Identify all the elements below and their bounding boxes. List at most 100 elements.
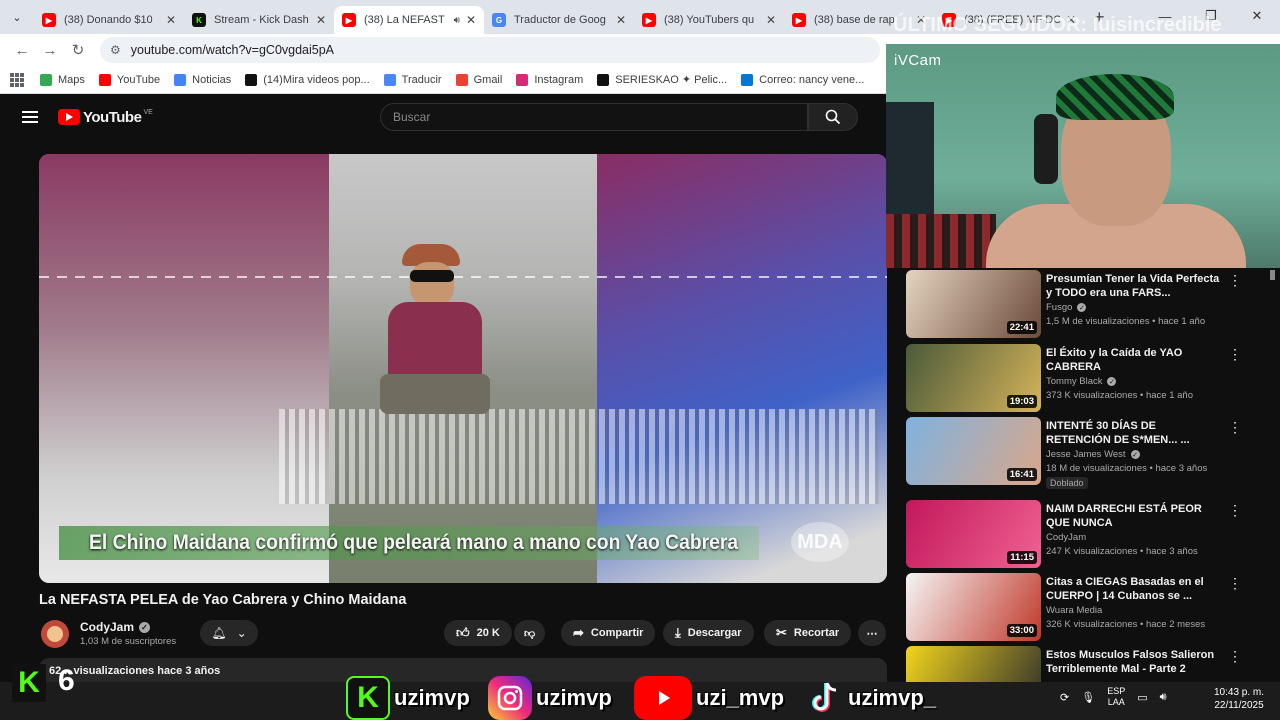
dislike-button[interactable]: 👎︎ [514,620,546,646]
browser-tab[interactable]: K Stream - Kick Dash ✕ [184,6,334,34]
scrollbar[interactable] [1268,268,1276,682]
search-input[interactable]: Buscar [380,103,808,131]
volume-icon[interactable]: 🔊︎ [1160,691,1167,704]
recommendation-item[interactable]: 19:03 El Éxito y la Caída de YAO CABRERA T… [906,344,1276,412]
share-label: Compartir [590,627,644,639]
more-options-icon[interactable]: ⋮ [1228,272,1242,289]
recommendation-title[interactable]: Citas a CIEGAS Basadas en el CUERPO | 14… [1046,575,1221,603]
social-handle: uzimvp_ [848,685,937,710]
video-thumbnail[interactable]: 19:03 [906,344,1041,412]
video-player[interactable]: El Chino Maidana confirmó que peleará ma… [39,154,887,583]
recommendation-title[interactable]: INTENTÉ 30 DÍAS DE RETENCIÓN DE S*MEN...… [1046,419,1221,447]
bookmark-favicon-icon [597,73,610,86]
kick-counter: 6 [58,664,75,697]
video-thumbnail[interactable]: 33:00 [906,573,1041,641]
browser-tab[interactable]: ▶ (38) Donando $10 ✕ [34,6,184,34]
recommendation-channel[interactable]: Jesse James West ✓ [1046,449,1140,460]
clock[interactable]: 10:43 p. m. 22/11/2025 [1204,686,1274,712]
headphones-icon [1034,114,1058,184]
more-options-icon[interactable]: ⋮ [1228,648,1242,665]
recommendation-channel[interactable]: CodyJam [1046,532,1086,543]
bookmark[interactable]: Instagram [516,73,583,86]
reload-icon[interactable]: ↻ [64,36,92,64]
bookmark[interactable]: Maps [40,73,85,86]
back-icon[interactable]: ← [8,36,36,64]
recommendation-title[interactable]: Estos Musculos Falsos Salieron Terriblem… [1046,648,1221,676]
notifications-button[interactable]: 🔔︎ ⌄ [200,620,258,646]
search-icon [825,109,841,125]
channel-name[interactable]: CodyJam [80,620,134,634]
recommendation-channel[interactable]: Fusgo ✓ [1046,302,1087,313]
close-tab-icon[interactable]: ✕ [166,13,176,27]
tab-audio-icon[interactable]: 🔊︎ [454,15,460,26]
site-info-icon[interactable]: ⚙ [110,43,121,57]
search-button[interactable] [808,103,858,131]
download-label: Descargar [687,627,742,639]
bookmark-favicon-icon [516,73,529,86]
recommendation-item[interactable]: 33:00 Citas a CIEGAS Basadas en el CUERPO… [906,573,1276,641]
network-icon[interactable]: ▭ [1137,691,1147,704]
recommendation-title[interactable]: Presumían Tener la Vida Perfecta y TODO … [1046,272,1221,300]
recommendation-item[interactable]: 11:15 NAIM DARRECHI ESTÁ PEOR QUE NUNCA Co… [906,500,1276,568]
close-tab-icon[interactable]: ✕ [466,13,476,27]
share-button[interactable]: ➦ Compartir [561,620,656,646]
browser-tab[interactable]: G Traductor de Goog ✕ [484,6,634,34]
recommendation-channel[interactable]: Wuara Media [1046,605,1102,616]
share-icon: ➦ [573,625,584,640]
recommendation-item[interactable]: 16:41 INTENTÉ 30 DÍAS DE RETENCIÓN DE S*M… [906,417,1276,489]
close-tab-icon[interactable]: ✕ [766,13,776,27]
like-button[interactable]: 👍︎ 20 K [444,620,512,646]
channel-name: Fusgo [1046,302,1073,313]
bookmark[interactable]: Noticias [174,73,231,86]
tab-label: Stream - Kick Dash [214,14,309,26]
bookmark-label: Traducir [401,73,442,86]
menu-icon[interactable] [22,111,38,123]
forward-icon[interactable]: → [36,36,64,64]
recommendation-item[interactable]: 22:41 Presumían Tener la Vida Perfecta y … [906,270,1276,338]
video-thumbnail[interactable]: 22:41 [906,270,1041,338]
channel-avatar[interactable] [41,620,69,648]
bookmark[interactable]: (14)Mira videos pop... [245,73,370,86]
recommendation-channel[interactable]: Tommy Black ✓ [1046,376,1117,387]
recommendation-item[interactable]: Estos Musculos Falsos Salieron Terriblem… [906,646,1276,682]
bookmark[interactable]: YouTube [98,73,160,86]
youtube-icon: ▶ [792,13,806,27]
recommendation-title[interactable]: El Éxito y la Caída de YAO CABRERA [1046,346,1221,374]
system-tray: ⟳ 🎙︎ ESP LAA ▭ 🔊︎ [1060,686,1167,708]
channel-name-row[interactable]: CodyJam ✓ [80,620,151,634]
youtube-icon: ▶ [642,13,656,27]
recommendation-title[interactable]: NAIM DARRECHI ESTÁ PEOR QUE NUNCA [1046,502,1221,530]
more-options-icon[interactable]: ⋮ [1228,346,1242,363]
apps-grid-icon[interactable] [10,72,24,87]
youtube-logo[interactable]: YouTube VE [58,109,153,126]
more-options-icon[interactable]: ⋮ [1228,502,1242,519]
bookmark-favicon-icon [40,73,52,86]
social-handle: uzimvp [394,685,470,710]
tab-label: (38) La NEFAST [364,14,445,26]
clip-button[interactable]: ✂ Recortar [764,620,852,646]
close-tab-icon[interactable]: ✕ [316,13,326,27]
video-thumbnail[interactable]: 16:41 [906,417,1041,485]
bookmark-favicon-icon [741,73,754,86]
youtube-icon: ▶ [42,13,56,27]
more-actions-button[interactable]: ⋯ [858,620,886,646]
bookmark[interactable]: Traducir [383,73,442,86]
browser-tab[interactable]: ▶ (38) La NEFAST 🔊︎ ✕ [334,6,484,34]
url-input[interactable]: ⚙ youtube.com/watch?v=gC0vgdai5pA [100,37,880,63]
language-indicator[interactable]: ESP LAA [1107,686,1125,708]
bookmark[interactable]: SERIESKAO ✦ Pelic... [597,73,727,86]
video-thumbnail[interactable]: 11:15 [906,500,1041,568]
tab-search-icon[interactable]: ⌄ [0,0,34,34]
browser-tab[interactable]: ▶ (38) YouTubers qu ✕ [634,6,784,34]
instagram-icon [488,676,532,720]
bookmark[interactable]: Gmail [455,73,502,86]
download-button[interactable]: ⤓ Descargar [663,620,754,646]
close-tab-icon[interactable]: ✕ [616,13,626,27]
close-window-icon[interactable]: ✕ [1234,0,1280,32]
clock-time: 10:43 p. m. [1213,687,1265,698]
more-options-icon[interactable]: ⋮ [1228,419,1242,436]
more-options-icon[interactable]: ⋮ [1228,575,1242,592]
microphone-icon[interactable]: 🎙︎ [1081,691,1095,704]
sync-icon[interactable]: ⟳ [1060,691,1069,704]
bookmark[interactable]: Correo: nancy vene... [741,73,864,86]
